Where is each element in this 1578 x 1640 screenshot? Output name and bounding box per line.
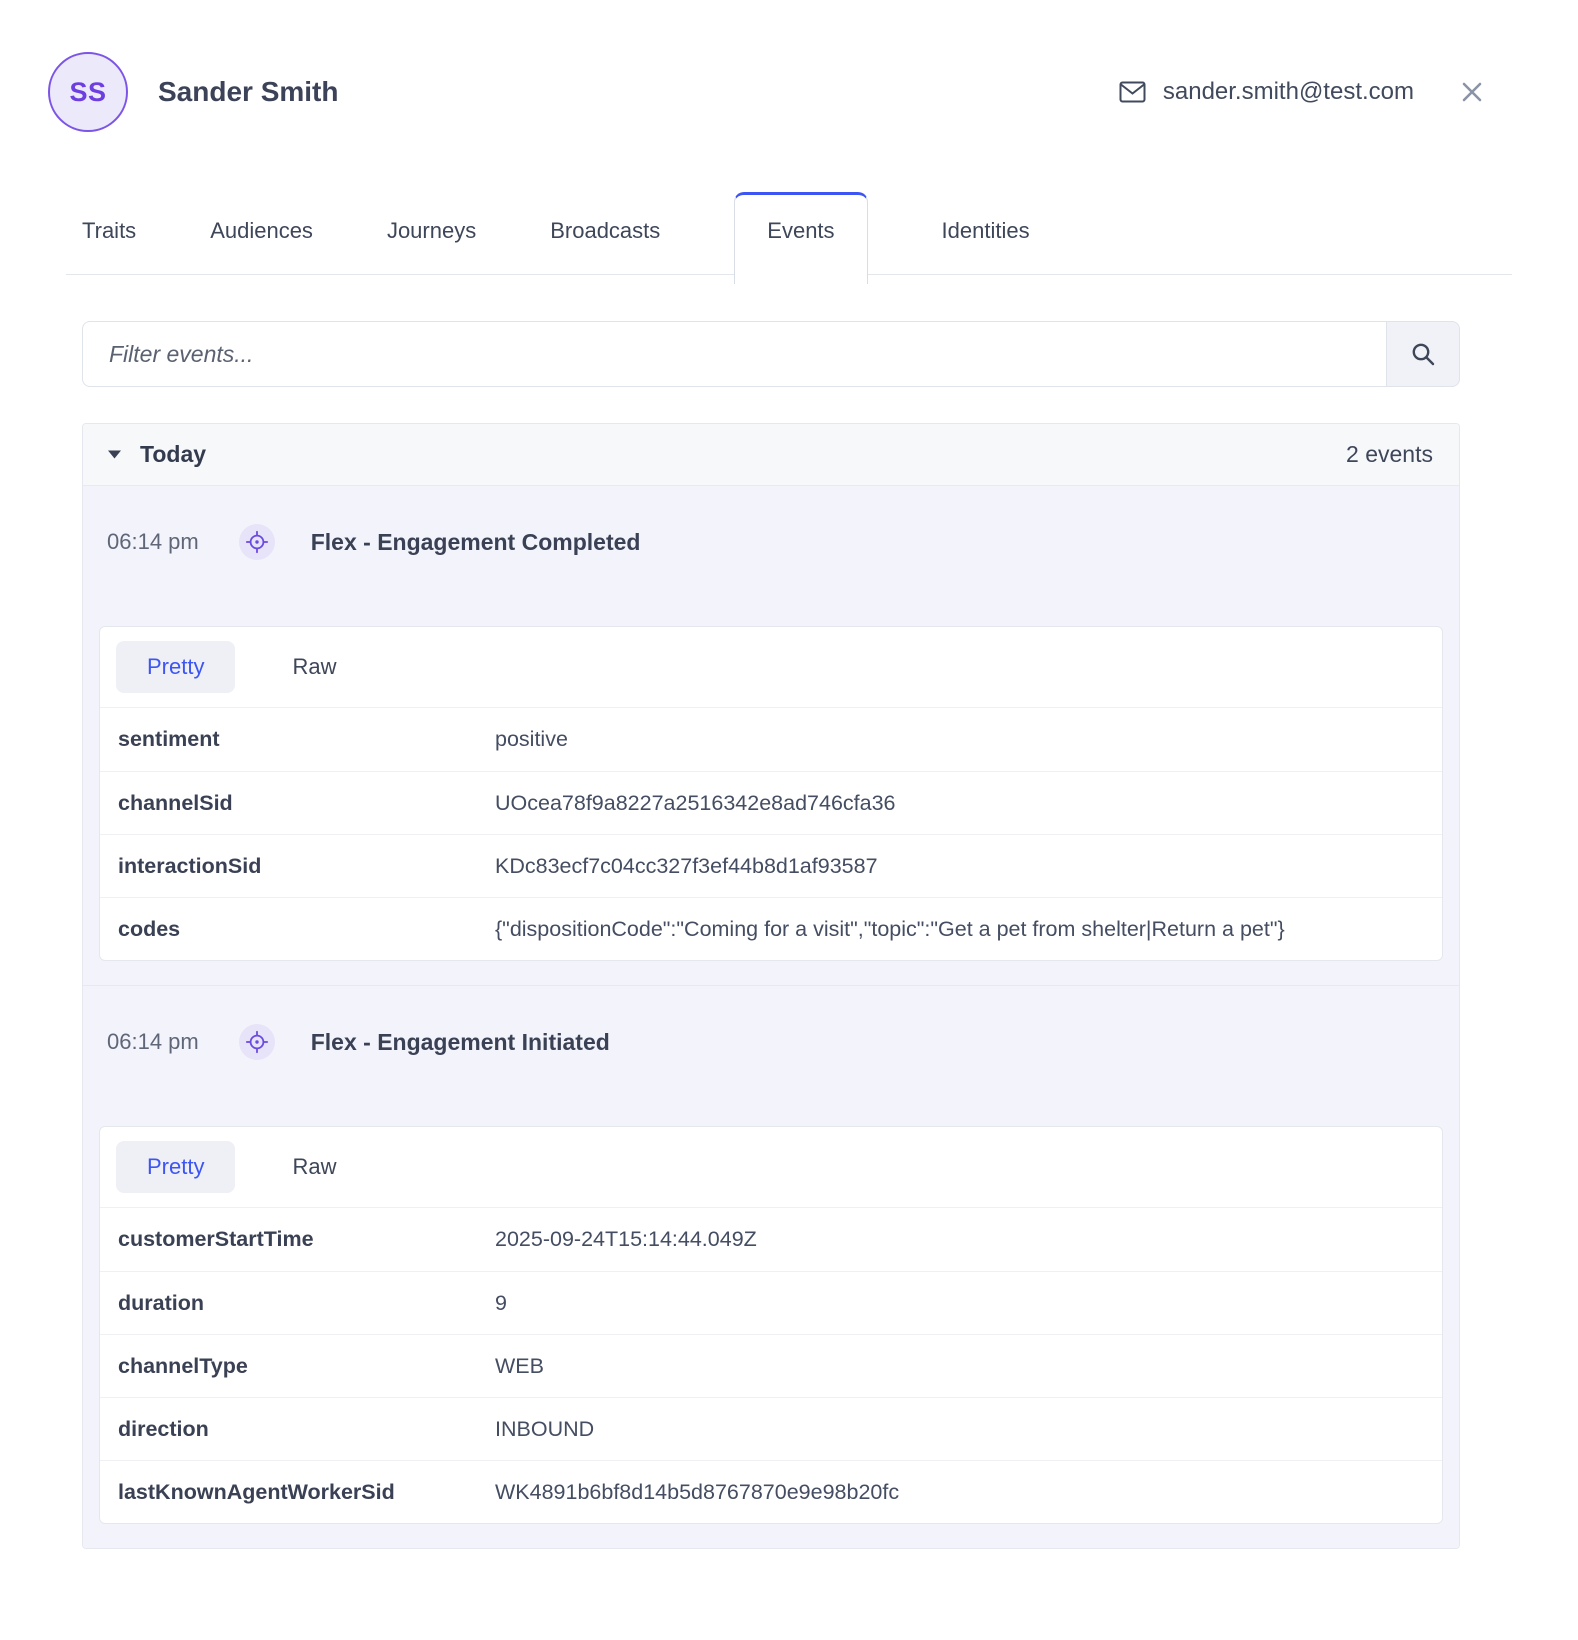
- event-detail-card: Pretty Raw customerStartTime 2025-09-24T…: [99, 1126, 1443, 1524]
- search-icon: [1410, 341, 1436, 367]
- profile-header: SS Sander Smith sander.smith@test.com: [0, 0, 1578, 132]
- events-list: 06:14 pm Flex - Engagement Completed Pre…: [83, 486, 1459, 1548]
- event-view-tabs: Pretty Raw: [100, 627, 1442, 708]
- events-count-badge: 2 events: [1346, 441, 1433, 468]
- tab-broadcasts[interactable]: Broadcasts: [550, 192, 660, 274]
- property-value: positive: [495, 727, 568, 752]
- tab-traits[interactable]: Traits: [82, 192, 136, 274]
- profile-tabs: Traits Audiences Journeys Broadcasts Eve…: [66, 192, 1512, 275]
- raw-tab[interactable]: Raw: [282, 641, 346, 693]
- tab-events[interactable]: Events: [734, 192, 867, 284]
- property-key: channelType: [118, 1354, 495, 1379]
- property-value: UOcea78f9a8227a2516342e8ad746cfa36: [495, 791, 896, 816]
- property-value: WEB: [495, 1354, 544, 1379]
- property-key: duration: [118, 1291, 495, 1316]
- event-time: 06:14 pm: [107, 1029, 199, 1055]
- tab-audiences[interactable]: Audiences: [210, 192, 313, 274]
- property-key: channelSid: [118, 791, 495, 816]
- property-key: interactionSid: [118, 854, 495, 879]
- property-row: customerStartTime 2025-09-24T15:14:44.04…: [100, 1208, 1442, 1271]
- event-time: 06:14 pm: [107, 529, 199, 555]
- track-event-target-icon: [245, 1030, 269, 1054]
- pretty-tab[interactable]: Pretty: [116, 641, 235, 693]
- tab-journeys[interactable]: Journeys: [387, 192, 476, 274]
- event-header: 06:14 pm Flex - Engagement Initiated: [99, 986, 1443, 1060]
- events-panel: Today 2 events 06:14 pm Flex - Engagemen…: [82, 423, 1460, 1549]
- property-row: interactionSid KDc83ecf7c04cc327f3ef44b8…: [100, 834, 1442, 897]
- property-value: WK4891b6bf8d14b5d8767870e9e98b20fc: [495, 1480, 899, 1505]
- event-title: Flex - Engagement Initiated: [311, 1029, 610, 1056]
- event-header: 06:14 pm Flex - Engagement Completed: [99, 486, 1443, 560]
- property-key: sentiment: [118, 727, 495, 752]
- event-view-tabs: Pretty Raw: [100, 1127, 1442, 1208]
- property-value: 9: [495, 1291, 507, 1316]
- property-row: codes {"dispositionCode":"Coming for a v…: [100, 897, 1442, 960]
- property-key: codes: [118, 917, 495, 942]
- event-properties: customerStartTime 2025-09-24T15:14:44.04…: [100, 1208, 1442, 1523]
- raw-tab[interactable]: Raw: [282, 1141, 346, 1193]
- events-group-label: Today: [140, 441, 206, 468]
- property-row: direction INBOUND: [100, 1397, 1442, 1460]
- pretty-tab[interactable]: Pretty: [116, 1141, 235, 1193]
- property-row: duration 9: [100, 1271, 1442, 1334]
- search-button[interactable]: [1386, 321, 1460, 387]
- property-value: 2025-09-24T15:14:44.049Z: [495, 1227, 757, 1252]
- chevron-down-icon: [107, 449, 122, 460]
- property-row: channelSid UOcea78f9a8227a2516342e8ad746…: [100, 771, 1442, 834]
- avatar-initials: SS: [69, 77, 106, 108]
- property-value: KDc83ecf7c04cc327f3ef44b8d1af93587: [495, 854, 878, 879]
- event-item: 06:14 pm Flex - Engagement Initiated Pre…: [83, 985, 1459, 1548]
- profile-email: sander.smith@test.com: [1163, 78, 1414, 106]
- track-event-target-icon: [245, 530, 269, 554]
- event-properties: sentiment positive channelSid UOcea78f9a…: [100, 708, 1442, 960]
- event-title: Flex - Engagement Completed: [311, 529, 641, 556]
- property-row: channelType WEB: [100, 1334, 1442, 1397]
- event-icon-badge: [239, 524, 275, 560]
- close-icon[interactable]: [1460, 80, 1484, 104]
- email-icon: [1119, 81, 1146, 103]
- property-row: sentiment positive: [100, 708, 1442, 771]
- avatar: SS: [48, 52, 128, 132]
- filter-events-input[interactable]: [82, 321, 1386, 387]
- property-value: INBOUND: [495, 1417, 594, 1442]
- events-group-header[interactable]: Today 2 events: [83, 424, 1459, 486]
- property-key: customerStartTime: [118, 1227, 495, 1252]
- property-value: {"dispositionCode":"Coming for a visit",…: [495, 917, 1285, 942]
- event-detail-card: Pretty Raw sentiment positive channelSid…: [99, 626, 1443, 961]
- filter-bar: [82, 321, 1460, 387]
- event-item: 06:14 pm Flex - Engagement Completed Pre…: [83, 486, 1459, 985]
- property-row: lastKnownAgentWorkerSid WK4891b6bf8d14b5…: [100, 1460, 1442, 1523]
- property-key: lastKnownAgentWorkerSid: [118, 1480, 495, 1505]
- tab-identities[interactable]: Identities: [942, 192, 1030, 274]
- page-title: Sander Smith: [158, 76, 338, 108]
- property-key: direction: [118, 1417, 495, 1442]
- event-icon-badge: [239, 1024, 275, 1060]
